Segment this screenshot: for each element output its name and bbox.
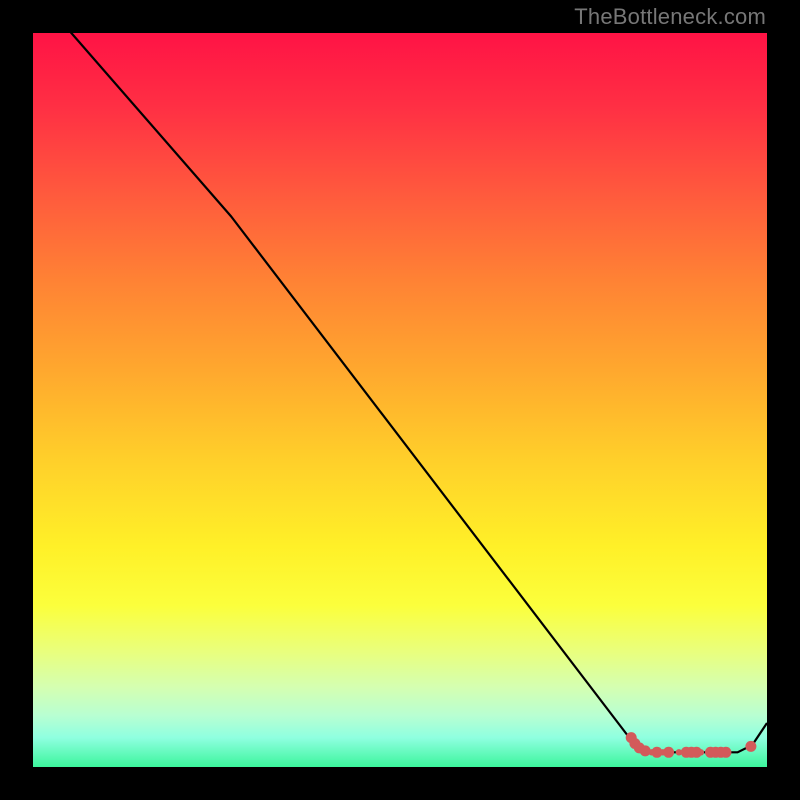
highlight-dot xyxy=(698,749,704,755)
highlight-markers xyxy=(626,732,757,758)
highlight-dot xyxy=(720,747,731,758)
highlight-dot xyxy=(663,747,674,758)
bottleneck-curve xyxy=(33,0,767,752)
chart-frame: TheBottleneck.com xyxy=(0,0,800,800)
highlight-dot xyxy=(745,741,756,752)
chart-overlay xyxy=(33,33,767,767)
watermark-text: TheBottleneck.com xyxy=(574,4,766,30)
